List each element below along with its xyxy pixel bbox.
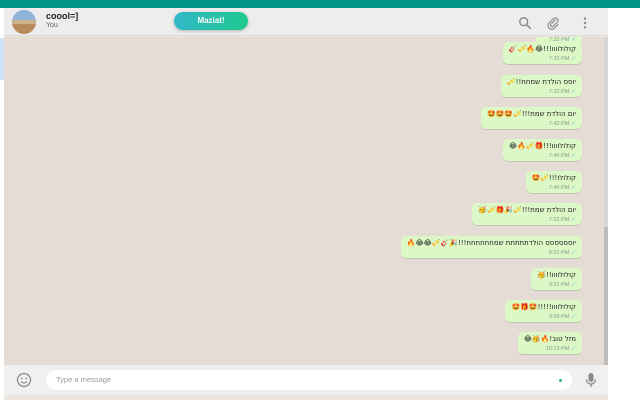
message-bubble[interactable]: יוסס הולדת שמחח!!🎺 7:32 PM ✓ [500,75,582,97]
avatar-sky [12,10,36,20]
avatar[interactable] [12,10,36,34]
kebab-menu-icon[interactable] [578,16,592,30]
message-bubble[interactable]: קולולוווו!!🥳 9:31 PM ✓ [531,268,582,290]
microphone-icon[interactable] [584,372,598,388]
message-bubble[interactable]: יום הולדת שמח!!!🎺🤩🤩🤩 7:42 PM ✓ [480,107,582,129]
contact-name[interactable]: coool=] [46,11,78,21]
chat-scrollbar[interactable] [604,37,608,365]
sent-check-icon: ✓ [571,217,576,223]
message-input-placeholder: Type a message [56,375,112,384]
message-time: 8:01 PM ✓ [548,250,576,256]
message-text: יוסססססס הולדתתתתת שמחחחחחח!!!🎉🎸🎺😂😂🔥 [406,239,576,247]
message-bubble[interactable]: יוסססססס הולדתתתתת שמחחחחחח!!!🎉🎸🎺😂😂🔥 8:0… [400,236,582,258]
message-bubble[interactable]: קולולוווו!!!😂🔥🎺🎸 7:32 PM ✓ [502,42,582,64]
paperclip-icon[interactable] [546,16,560,30]
sent-check-icon: ✓ [571,56,576,62]
sent-check-icon: ✓ [571,121,576,127]
message-time: 9:31 PM ✓ [548,282,576,288]
message-time: 9:58 PM ✓ [548,314,576,320]
message-bubble[interactable]: קולולו!!!🎺🤩 7:46 PM ✓ [525,171,582,193]
message-text: קולולו!!!🎺🤩 [531,174,577,182]
message-text: קולולוווו!!!!!🤩🎁🤩 [511,303,576,311]
sent-check-icon: ✓ [571,153,576,159]
message-time: 7:42 PM ✓ [548,121,576,127]
message-bubble[interactable]: קולולוווו!!!🎁🎺🔥😂 7:46 PM ✓ [502,139,582,161]
message-bubble[interactable]: קולולוווו!!!!!🤩🎁🤩 9:58 PM ✓ [505,300,582,322]
chat-header: coool=] You [4,8,608,36]
message-time: 7:32 PM ✓ [548,89,576,95]
sent-check-icon: ✓ [571,314,576,320]
message-time: 7:46 PM ✓ [548,185,576,191]
message-bubble[interactable]: מזל טוב!🔥🥳😂 10:13 PM ✓ [517,332,582,354]
sent-check-icon: ✓ [571,346,576,352]
message-text: קולולוווו!!🥳 [537,271,576,279]
chat-area: 7:32 PM ✓ קולולוווו!!!😂🔥🎺🎸 7:32 PM ✓ יוסס … [4,37,604,365]
scrollbar-thumb[interactable] [604,227,608,365]
message-time: 7:52 PM ✓ [548,217,576,223]
maziat-button[interactable]: Maziat! [174,12,248,30]
message-text: יום הולדת שמח!!!🎺🤩🤩🤩 [486,110,576,118]
app-top-bar [0,0,640,8]
avatar-ground [12,24,36,34]
message-bubble[interactable]: יום הולדת שמח!!!🎺🎉🎁🎺🥳 7:52 PM ✓ [472,203,582,225]
input-status-dot-icon [559,379,562,382]
message-time: 7:32 PM ✓ [548,56,576,62]
right-background [608,8,640,400]
message-text: קולולוווו!!!😂🔥🎺🎸 [508,45,576,53]
message-text: קולולוווו!!!🎁🎺🔥😂 [508,142,576,150]
message-text: מזל טוב!🔥🥳😂 [523,335,576,343]
message-text: יום הולדת שמח!!!🎺🎉🎁🎺🥳 [478,206,576,214]
composer-bar: Type a message [4,365,608,395]
message-time: 7:46 PM ✓ [548,153,576,159]
emoji-icon[interactable] [16,372,32,388]
sent-check-icon: ✓ [571,250,576,256]
sent-check-icon: ✓ [571,282,576,288]
message-input[interactable]: Type a message [46,370,572,390]
contact-subtitle: You [46,22,58,29]
message-time: 10:13 PM ✓ [545,346,576,352]
sent-check-icon: ✓ [571,185,576,191]
sent-check-icon: ✓ [571,89,576,95]
search-icon[interactable] [518,16,532,30]
message-text: יוסס הולדת שמחח!!🎺 [506,78,576,86]
